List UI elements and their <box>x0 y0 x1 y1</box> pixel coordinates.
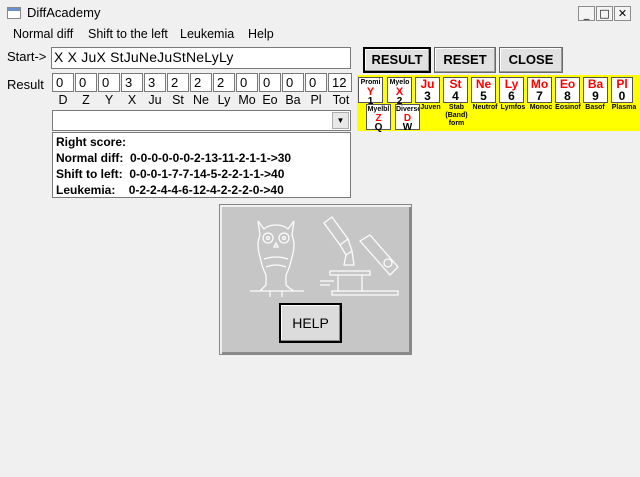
result-cell: 0 <box>52 73 74 92</box>
result-cell: 3 <box>144 73 166 92</box>
result-code-label: Ne <box>193 93 209 107</box>
cell-tile-key: 4 <box>452 89 459 103</box>
result-code-label: Ba <box>285 93 301 107</box>
cell-tile-0[interactable]: Pl 0 <box>611 77 633 103</box>
menu-shift-left[interactable]: Shift to the left <box>88 27 168 41</box>
result-cell: 0 <box>282 73 304 92</box>
result-code-label: St <box>172 93 184 107</box>
result-cell: 0 <box>305 73 327 92</box>
cell-tile-6[interactable]: Ly 6 <box>499 77 524 103</box>
score-shift: Shift to left: 0-0-0-1-7-7-14-5-2-2-1-1-… <box>56 167 285 181</box>
minimize-button[interactable]: _ <box>578 6 595 21</box>
cell-caption: Monoc <box>529 104 553 111</box>
cell-caption: Juven <box>420 104 441 111</box>
cell-tile-3[interactable]: Ju 3 <box>415 77 440 103</box>
cell-tile-w[interactable]: Diverse D W <box>395 104 420 133</box>
menu-help[interactable]: Help <box>248 27 274 41</box>
menu-normal-diff[interactable]: Normal diff <box>13 27 73 41</box>
result-code-label: Z <box>82 93 90 107</box>
microscope-icon <box>320 216 399 296</box>
cell-tile-7[interactable]: Mo 7 <box>527 77 552 103</box>
close-window-button[interactable]: ✕ <box>614 6 631 21</box>
result-cell: 0 <box>236 73 258 92</box>
case-select[interactable]: ▼ <box>52 110 351 131</box>
result-cell: 0 <box>259 73 281 92</box>
cell-tile-4[interactable]: St 4 <box>443 77 468 103</box>
cell-tile-key: 8 <box>564 89 571 103</box>
cell-tile-key: 9 <box>592 89 599 103</box>
help-button[interactable]: HELP <box>279 303 342 343</box>
menu-leukemia[interactable]: Leukemia <box>180 27 234 41</box>
result-cell: 2 <box>213 73 235 92</box>
result-code-label: Eo <box>262 93 278 107</box>
result-label: Result <box>7 77 44 92</box>
title-bar: DiffAcademy _ □ ✕ <box>0 0 640 27</box>
cell-caption: Lymfos <box>500 104 526 111</box>
reset-button[interactable]: RESET <box>434 47 496 73</box>
result-code-label: Y <box>104 93 114 107</box>
result-cell: 0 <box>98 73 120 92</box>
result-code-label: X <box>127 93 137 107</box>
cell-tile-key: 6 <box>508 89 515 103</box>
result-code-label: D <box>58 93 68 107</box>
cell-tile-q[interactable]: Myelbl Z Q <box>366 104 391 133</box>
close-button[interactable]: CLOSE <box>499 47 563 73</box>
result-code-label: Ly <box>217 93 231 107</box>
chevron-down-icon[interactable]: ▼ <box>332 112 349 129</box>
cell-tile-key: 7 <box>536 89 543 103</box>
cell-tile-5[interactable]: Ne 5 <box>471 77 496 103</box>
cell-caption: Neutrof <box>472 104 498 111</box>
result-cell: 12 <box>328 73 352 92</box>
cell-caption: Basof <box>585 104 605 111</box>
cell-caption: Stab (Band) form <box>445 104 468 127</box>
score-heading: Right score: <box>56 135 127 149</box>
cell-tile-2[interactable]: Myelo X 2 <box>387 77 412 107</box>
score-normal: Normal diff: 0-0-0-0-0-0-2-13-11-2-1-1->… <box>56 151 292 165</box>
cell-tile-key: Q <box>374 122 383 133</box>
window-title: DiffAcademy <box>27 5 101 20</box>
owl-icon <box>250 220 304 297</box>
result-code-label: Mo <box>238 93 256 107</box>
result-cell: 0 <box>75 73 97 92</box>
result-code-label: Tot <box>332 93 350 107</box>
start-input[interactable]: X X JuX StJuNeJuStNeLyLy <box>51 47 351 69</box>
cell-tile-key: 0 <box>618 89 626 103</box>
result-cell: 3 <box>121 73 143 92</box>
cell-tile-9[interactable]: Ba 9 <box>583 77 608 103</box>
cell-caption: Plasma <box>611 104 637 111</box>
result-button[interactable]: RESULT <box>363 47 431 73</box>
cell-tile-1[interactable]: Promi Y 1 <box>358 77 383 107</box>
cell-tile-key: W <box>402 122 413 133</box>
score-leukemia: Leukemia: 0-2-2-4-4-6-12-4-2-2-2-0->40 <box>56 183 284 197</box>
cell-caption: Eosinof <box>555 104 581 111</box>
cell-tile-key: 5 <box>480 89 487 103</box>
result-code-label: Pl <box>310 93 322 107</box>
cell-tile-8[interactable]: Eo 8 <box>555 77 580 103</box>
maximize-button[interactable]: □ <box>596 6 613 21</box>
app-icon <box>7 7 21 19</box>
result-code-label: Ju <box>148 93 162 107</box>
menu-bar: Normal diff Shift to the left Leukemia H… <box>0 26 640 45</box>
result-cell: 2 <box>190 73 212 92</box>
start-label: Start-> <box>7 49 47 64</box>
score-panel: Right score: Normal diff: 0-0-0-0-0-0-2-… <box>52 132 351 198</box>
result-cell: 2 <box>167 73 189 92</box>
cell-tile-key: 3 <box>424 89 431 103</box>
